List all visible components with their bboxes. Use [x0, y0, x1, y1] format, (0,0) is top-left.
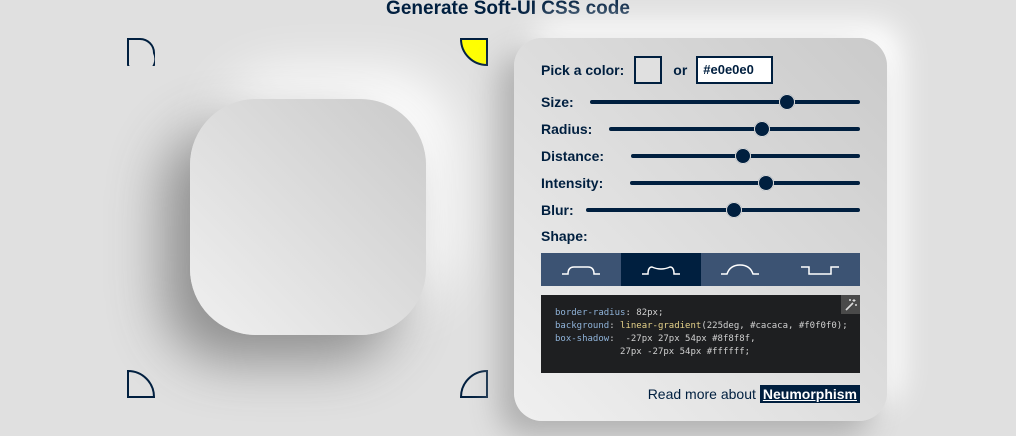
- magic-wand-icon: [844, 298, 857, 311]
- read-more: Read more about Neumorphism: [648, 385, 860, 403]
- shape-flat-icon: [561, 265, 600, 275]
- shape-concave-button[interactable]: [620, 253, 701, 286]
- config-panel: Pick a color: or #e0e0e0 Size: Radius: Dis…: [514, 38, 887, 421]
- shape-label: Shape:: [541, 228, 588, 244]
- shape-pressed-button[interactable]: [780, 253, 860, 286]
- css-code-block[interactable]: border-radius: 82px; background: linear-…: [541, 295, 860, 373]
- shape-switcher: [541, 253, 860, 286]
- light-source-top-right[interactable]: [460, 38, 488, 66]
- quarter-circle-icon: [127, 38, 155, 66]
- shape-concave-icon: [641, 265, 680, 275]
- slider-thumb[interactable]: [779, 94, 796, 110]
- slider-label: Size:: [541, 94, 574, 110]
- slider-thumb[interactable]: [754, 121, 771, 137]
- slider-thumb[interactable]: [725, 202, 742, 218]
- page-title: Generate Soft-UI CSS code: [386, 0, 630, 19]
- slider-track[interactable]: [586, 202, 860, 218]
- or-label: or: [673, 62, 688, 78]
- shape-pressed-icon: [801, 265, 840, 275]
- quarter-circle-icon: [127, 370, 155, 398]
- color-hex-input[interactable]: #e0e0e0: [696, 56, 774, 84]
- light-source-bottom-left[interactable]: [127, 370, 155, 398]
- slider-label: Blur:: [541, 202, 574, 218]
- slider-thumb[interactable]: [757, 175, 774, 191]
- slider-track[interactable]: [630, 175, 860, 191]
- slider-row: Intensity:: [541, 173, 603, 193]
- color-label: Pick a color:: [541, 62, 625, 78]
- quarter-circle-icon: [460, 38, 488, 66]
- neumorphic-preview: [190, 99, 426, 335]
- slider-label: Distance:: [541, 148, 605, 164]
- shape-convex-button[interactable]: [700, 253, 781, 286]
- color-picker[interactable]: [634, 56, 663, 84]
- light-source-bottom-right[interactable]: [460, 370, 488, 398]
- shape-flat-button[interactable]: [541, 253, 621, 286]
- slider-track[interactable]: [590, 94, 860, 110]
- slider-label: Radius:: [541, 121, 593, 137]
- light-source-top-left[interactable]: [127, 38, 155, 66]
- slider-row: Radius:: [541, 119, 592, 139]
- slider-row: Distance:: [541, 146, 604, 166]
- slider-row: Blur:: [541, 200, 574, 220]
- slider-label: Intensity:: [541, 175, 604, 191]
- slider-row: Size:: [541, 92, 574, 112]
- copy-button[interactable]: [841, 295, 860, 314]
- color-row: Pick a color: or #e0e0e0: [541, 56, 774, 84]
- page: Generate Soft-UI CSS code Pick a color: …: [0, 0, 1016, 436]
- shape-convex-icon: [721, 263, 760, 275]
- slider-track[interactable]: [631, 148, 860, 164]
- neumorphism-link[interactable]: Neumorphism: [759, 385, 860, 403]
- read-more-text: Read more about: [647, 386, 756, 402]
- slider-thumb[interactable]: [735, 148, 752, 164]
- slider-track[interactable]: [609, 121, 860, 137]
- quarter-circle-icon: [460, 370, 488, 398]
